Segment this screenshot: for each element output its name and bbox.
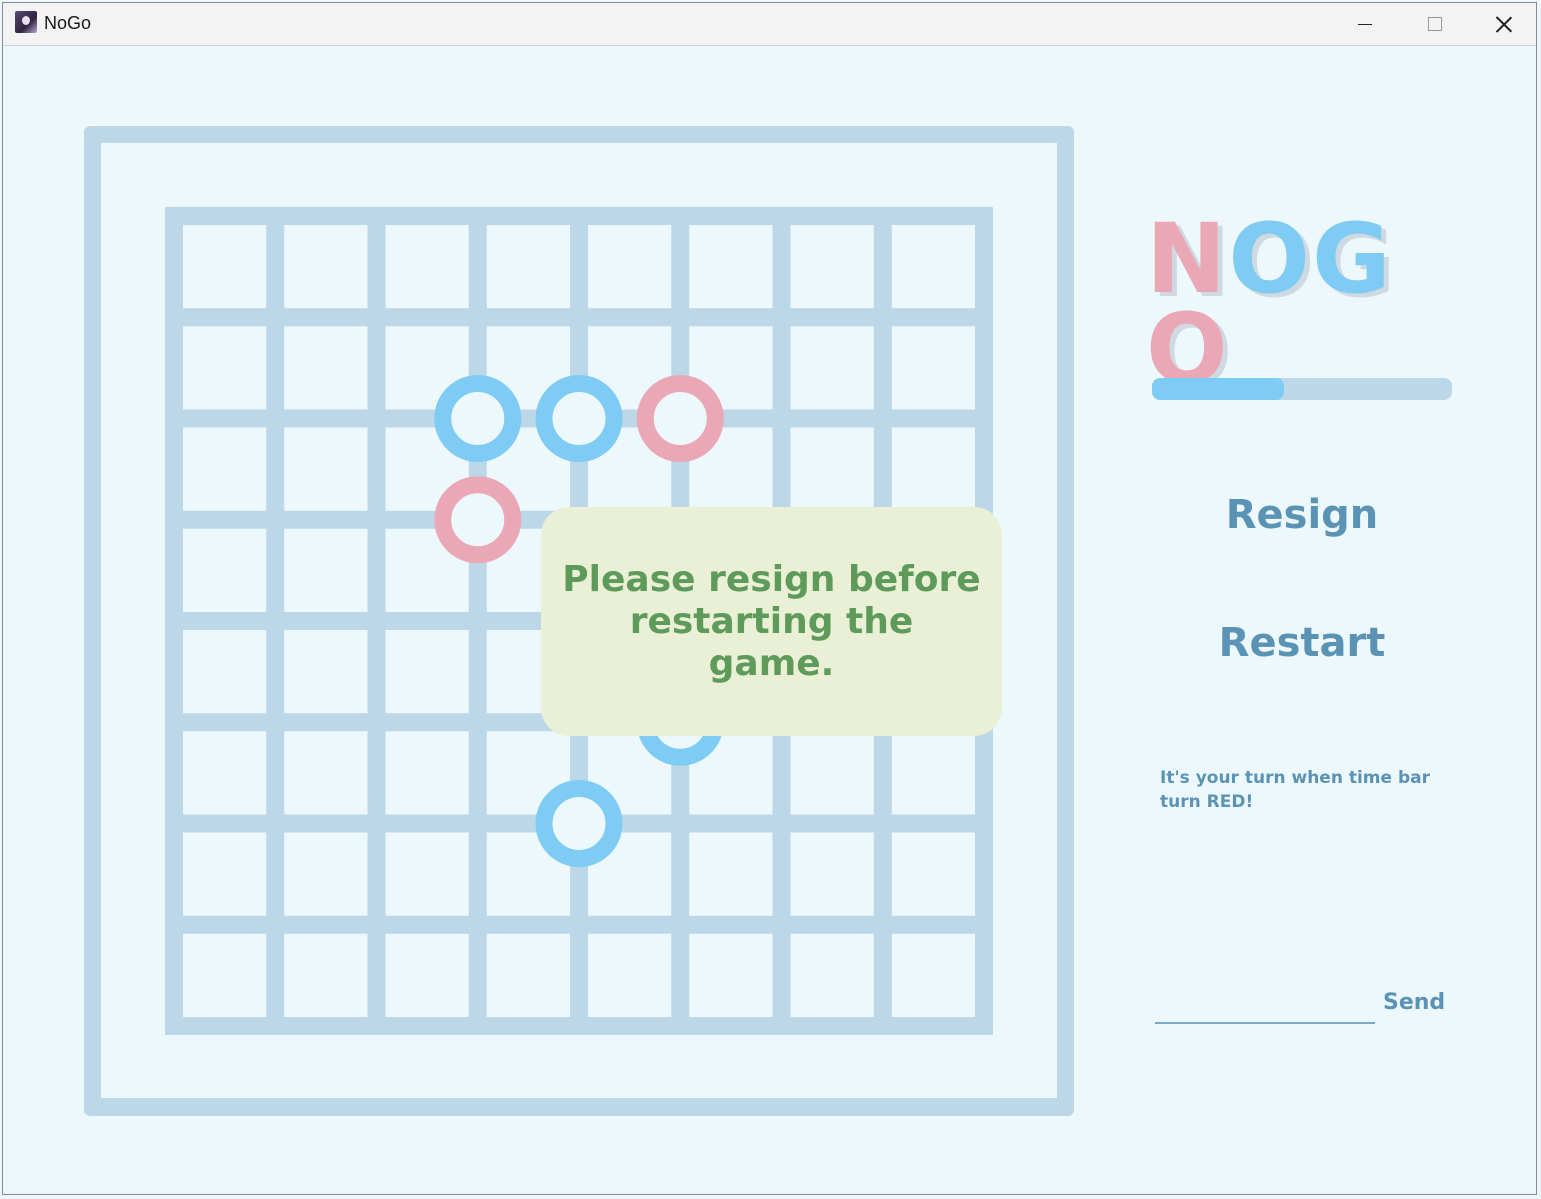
resign-button[interactable]: Resign bbox=[1152, 492, 1452, 538]
message-text: Please resign before restarting the game… bbox=[562, 558, 981, 684]
blue-stone bbox=[535, 780, 623, 867]
send-button[interactable]: Send bbox=[1383, 990, 1445, 1015]
time-bar-fill bbox=[1152, 378, 1284, 400]
chat-input[interactable] bbox=[1155, 992, 1375, 1024]
logo-letter: G bbox=[1311, 203, 1393, 315]
board-line-horizontal bbox=[165, 1017, 993, 1035]
time-bar bbox=[1152, 378, 1452, 400]
logo-letter: N bbox=[1146, 203, 1229, 315]
turn-hint-text: It's your turn when time bar turn RED! bbox=[1160, 768, 1430, 812]
restart-button[interactable]: Restart bbox=[1152, 620, 1452, 666]
blue-stone bbox=[434, 375, 522, 462]
blue-stone bbox=[535, 375, 623, 462]
pink-stone bbox=[434, 476, 522, 564]
logo-letter: O bbox=[1228, 203, 1312, 315]
message-popup: Please resign before restarting the game… bbox=[541, 507, 1002, 736]
board-line-horizontal bbox=[165, 915, 993, 934]
pink-stone bbox=[636, 375, 724, 462]
nogo-logo: NOGO bbox=[1146, 203, 1466, 397]
